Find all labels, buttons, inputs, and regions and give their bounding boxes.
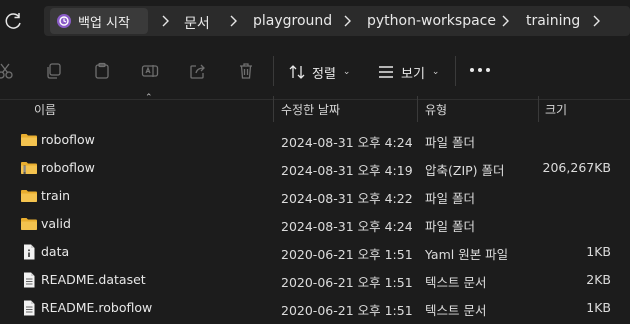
column-divider[interactable] bbox=[538, 96, 539, 122]
file-size: 206,267KB bbox=[542, 160, 611, 175]
share-icon[interactable] bbox=[189, 62, 207, 80]
file-date: 2020-06-21 오후 1:51 bbox=[281, 247, 413, 262]
view-icon bbox=[379, 66, 393, 78]
file-row[interactable]: train 2024-08-31 오후 4:22 파일 폴더 bbox=[0, 182, 630, 210]
breadcrumb-home[interactable]: 백업 시작 bbox=[50, 8, 148, 34]
delete-icon[interactable] bbox=[237, 62, 255, 80]
zip-folder-icon bbox=[21, 162, 37, 174]
file-type: 파일 폴더 bbox=[425, 135, 475, 150]
breadcrumb-item-training[interactable]: training bbox=[526, 13, 580, 29]
file-name: roboflow bbox=[41, 132, 95, 147]
sort-ascending-icon: ⌃ bbox=[145, 93, 153, 103]
chevron-right-icon[interactable] bbox=[160, 13, 170, 29]
home-backup-icon bbox=[57, 14, 71, 28]
text-file-icon bbox=[24, 272, 35, 288]
column-divider[interactable] bbox=[417, 96, 418, 122]
breadcrumb-item-documents[interactable]: 문서 bbox=[184, 13, 210, 33]
breadcrumb-item-playground[interactable]: playground bbox=[253, 13, 332, 29]
folder-icon bbox=[21, 218, 37, 230]
text-file-icon bbox=[24, 300, 35, 316]
view-label: 보기 bbox=[401, 66, 425, 82]
file-name: valid bbox=[41, 216, 71, 231]
column-header-date[interactable]: 수정한 날짜 bbox=[281, 101, 340, 118]
folder-icon bbox=[21, 134, 37, 146]
file-row[interactable]: README.dataset 2020-06-21 오후 1:51 텍스트 문서 2K… bbox=[0, 266, 630, 294]
file-row[interactable]: data 2020-06-21 오후 1:51 Yaml 원본 파일 1KB bbox=[0, 238, 630, 266]
sort-button[interactable]: 정렬 ⌄ bbox=[288, 61, 350, 83]
breadcrumb-home-label: 백업 시작 bbox=[78, 15, 130, 31]
column-divider[interactable] bbox=[273, 96, 274, 122]
file-date: 2020-06-21 오후 1:51 bbox=[281, 303, 413, 318]
file-name: README.dataset bbox=[41, 272, 146, 287]
more-options-icon[interactable] bbox=[470, 68, 490, 72]
column-header-type[interactable]: 유형 bbox=[425, 101, 447, 118]
chevron-right-icon[interactable] bbox=[591, 13, 601, 29]
file-type: 파일 폴더 bbox=[425, 191, 475, 206]
file-row[interactable]: valid 2024-08-31 오후 4:24 파일 폴더 bbox=[0, 210, 630, 238]
column-header-size[interactable]: 크기 bbox=[545, 101, 567, 118]
file-size: 1KB bbox=[586, 300, 611, 315]
rename-icon[interactable] bbox=[141, 62, 159, 80]
column-header-name[interactable]: 이름 bbox=[34, 101, 56, 118]
file-date: 2024-08-31 오후 4:24 bbox=[281, 219, 413, 234]
file-name: data bbox=[41, 244, 70, 259]
chevron-down-icon: ⌄ bbox=[431, 67, 440, 77]
cut-icon[interactable] bbox=[0, 62, 14, 80]
file-type: 압축(ZIP) 폴더 bbox=[425, 163, 505, 178]
breadcrumb-item-python-workspace[interactable]: python-workspace bbox=[367, 13, 496, 29]
toolbar-separator bbox=[273, 56, 274, 86]
file-date: 2024-08-31 오후 4:19 bbox=[281, 163, 413, 178]
file-date: 2024-08-31 오후 4:22 bbox=[281, 191, 413, 206]
column-header-row: ⌃ 이름 수정한 날짜 유형 크기 bbox=[0, 93, 630, 122]
chevron-down-icon: ⌄ bbox=[342, 67, 351, 77]
folder-icon bbox=[21, 190, 37, 202]
sort-label: 정렬 bbox=[312, 66, 336, 82]
file-row[interactable]: README.roboflow 2020-06-21 오후 1:51 텍스트 문서 1… bbox=[0, 294, 630, 322]
paste-icon[interactable] bbox=[93, 62, 111, 80]
file-name: train bbox=[41, 188, 71, 203]
file-type: 텍스트 문서 bbox=[425, 275, 487, 290]
file-date: 2020-06-21 오후 1:51 bbox=[281, 275, 413, 290]
file-type: 파일 폴더 bbox=[425, 219, 475, 234]
file-type: Yaml 원본 파일 bbox=[425, 247, 509, 262]
copy-icon[interactable] bbox=[45, 62, 63, 80]
file-row[interactable]: roboflow 2024-08-31 오후 4:24 파일 폴더 bbox=[0, 126, 630, 154]
toolbar-separator bbox=[455, 56, 456, 86]
file-name: README.roboflow bbox=[41, 300, 153, 315]
file-name: roboflow bbox=[41, 160, 95, 175]
command-bar: 정렬 ⌄ 보기 ⌄ bbox=[0, 42, 630, 100]
sort-icon bbox=[289, 65, 305, 79]
file-type: 텍스트 문서 bbox=[425, 303, 487, 318]
address-bar: 백업 시작 문서 playground python-workspace tra… bbox=[0, 0, 630, 42]
chevron-right-icon[interactable] bbox=[342, 13, 352, 29]
chevron-right-icon[interactable] bbox=[500, 13, 510, 29]
view-button[interactable]: 보기 ⌄ bbox=[377, 61, 439, 83]
file-row[interactable]: roboflow 2024-08-31 오후 4:19 압축(ZIP) 폴더 206,… bbox=[0, 154, 630, 182]
chevron-right-icon[interactable] bbox=[228, 13, 238, 29]
file-date: 2024-08-31 오후 4:24 bbox=[281, 135, 413, 150]
file-size: 2KB bbox=[586, 272, 611, 287]
yaml-file-icon bbox=[24, 244, 35, 260]
file-size: 1KB bbox=[586, 244, 611, 259]
refresh-icon[interactable] bbox=[4, 11, 24, 31]
